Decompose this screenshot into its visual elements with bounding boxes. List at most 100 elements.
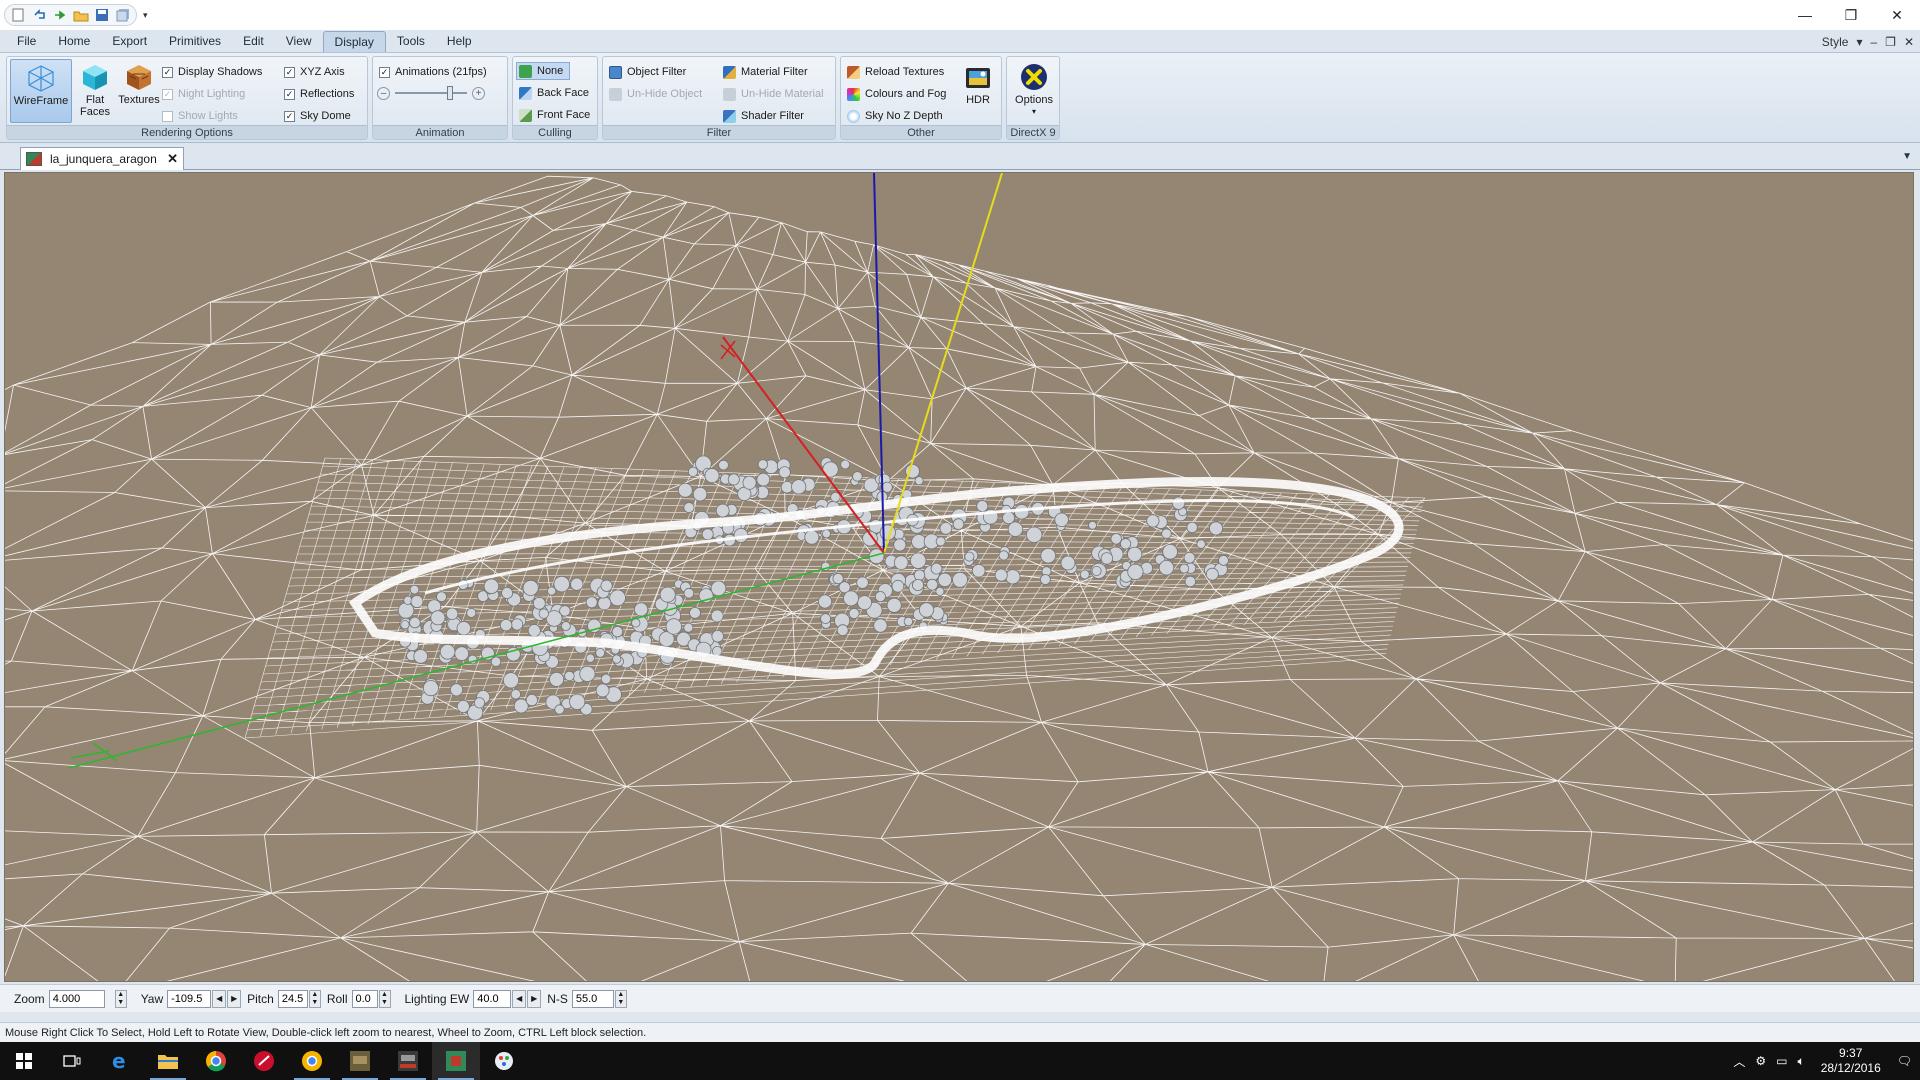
- wireframe-scene[interactable]: [5, 173, 1914, 982]
- tree-object: [1161, 528, 1172, 539]
- tree-object: [665, 618, 683, 635]
- zoom-spinner[interactable]: ▲ ▼: [114, 989, 127, 1008]
- customize-toolbar-chevron-icon[interactable]: ▾: [143, 10, 148, 21]
- menu-edit[interactable]: Edit: [232, 31, 275, 52]
- menu-help[interactable]: Help: [436, 31, 483, 52]
- volume-icon[interactable]: 🔈︎: [1798, 1054, 1805, 1069]
- material-filter-button[interactable]: Material Filter: [723, 63, 808, 81]
- reflections-checkbox[interactable]: ✓ Reflections: [284, 85, 354, 103]
- mdi-minimize-icon[interactable]: –: [1870, 35, 1877, 49]
- file-explorer-icon[interactable]: [144, 1042, 192, 1080]
- close-button[interactable]: ✕: [1874, 0, 1920, 30]
- yaw-left-arrow-icon[interactable]: ◀: [212, 989, 227, 1008]
- tree-object: [930, 562, 943, 575]
- chrome-browser-icon[interactable]: [192, 1042, 240, 1080]
- save-all-icon[interactable]: [114, 7, 132, 23]
- textures-button[interactable]: Textures: [115, 59, 163, 123]
- ns-input[interactable]: [571, 989, 614, 1008]
- other-group-label: Other: [841, 125, 1001, 139]
- steam-icon[interactable]: ⚙: [1755, 1054, 1766, 1068]
- style-chevron-icon[interactable]: ▾: [1856, 35, 1862, 49]
- lighting-ew-input[interactable]: [473, 989, 512, 1008]
- 3d-editor-app-icon[interactable]: [432, 1042, 480, 1080]
- shader-filter-button[interactable]: Shader Filter: [723, 107, 804, 125]
- animations-checkbox[interactable]: ✓ Animations (21fps): [379, 63, 487, 81]
- culling-back-face-option[interactable]: Back Face: [519, 84, 589, 102]
- quick-access-toolbar: [4, 4, 137, 26]
- menu-tools[interactable]: Tools: [386, 31, 436, 52]
- unhide-material-button[interactable]: Un-Hide Material: [723, 85, 824, 103]
- colours-and-fog-button[interactable]: Colours and Fog: [847, 85, 946, 103]
- menu-display[interactable]: Display: [322, 31, 386, 52]
- group-directx: Options ▾ DirectX 9: [1006, 56, 1060, 140]
- culling-none-option[interactable]: None: [516, 62, 571, 80]
- tree-object: [600, 579, 613, 592]
- redo-icon[interactable]: [51, 7, 69, 23]
- tray-expand-chevron-icon[interactable]: ︿: [1733, 1053, 1745, 1070]
- object-filter-button[interactable]: Object Filter: [609, 63, 686, 81]
- style-menu[interactable]: Style: [1822, 35, 1849, 49]
- restore-button[interactable]: ❐: [1828, 0, 1874, 30]
- pitch-spinner[interactable]: ▲ ▼: [308, 989, 321, 1008]
- yaw-right-arrow-icon[interactable]: ▶: [227, 989, 242, 1008]
- sky-dome-checkbox[interactable]: ✓ Sky Dome: [284, 107, 351, 125]
- checkbox-checked: ✓: [162, 66, 173, 78]
- hdr-button[interactable]: HDR: [957, 59, 999, 123]
- menu-file[interactable]: File: [6, 31, 47, 52]
- task-view-icon[interactable]: [48, 1042, 96, 1080]
- reload-textures-button[interactable]: Reload Textures: [847, 63, 944, 81]
- new-file-icon[interactable]: [9, 7, 27, 23]
- night-lighting-checkbox[interactable]: ✓ Night Lighting: [162, 85, 245, 103]
- directx-options-button[interactable]: Options ▾: [1009, 59, 1059, 123]
- slider-plus-icon[interactable]: +: [472, 86, 485, 100]
- menu-home[interactable]: Home: [47, 31, 101, 52]
- red-app-icon[interactable]: [240, 1042, 288, 1080]
- edge-browser-icon[interactable]: e: [96, 1042, 144, 1080]
- minimize-button[interactable]: —: [1782, 0, 1828, 30]
- group-animation: ✓ Animations (21fps) – + Animation: [372, 56, 508, 140]
- unhide-object-button[interactable]: Un-Hide Object: [609, 85, 702, 103]
- slider-track[interactable]: [395, 86, 467, 100]
- start-windows-icon[interactable]: [0, 1042, 48, 1080]
- animation-speed-slider[interactable]: – +: [377, 84, 487, 102]
- save-icon[interactable]: [93, 7, 111, 23]
- open-folder-icon[interactable]: [72, 7, 90, 23]
- simulator-app-icon[interactable]: [384, 1042, 432, 1080]
- roll-input[interactable]: [351, 989, 378, 1008]
- yaw-input[interactable]: [167, 989, 212, 1008]
- pitch-input[interactable]: [277, 989, 308, 1008]
- lighting-left-arrow-icon[interactable]: ◀: [512, 989, 527, 1008]
- slider-thumb[interactable]: [447, 86, 453, 100]
- game-app-icon[interactable]: [336, 1042, 384, 1080]
- menu-view[interactable]: View: [275, 31, 323, 52]
- flat-faces-button[interactable]: Flat Faces: [71, 59, 119, 123]
- chrome-app-icon[interactable]: [288, 1042, 336, 1080]
- sky-depth-icon: [847, 109, 860, 123]
- network-icon[interactable]: ▭: [1776, 1054, 1787, 1068]
- roll-spinner[interactable]: ▲ ▼: [378, 989, 391, 1008]
- menu-export[interactable]: Export: [101, 31, 158, 52]
- zoom-input[interactable]: [48, 989, 105, 1008]
- slider-minus-icon[interactable]: –: [377, 86, 390, 100]
- tree-object: [937, 572, 953, 588]
- document-tab[interactable]: la_junquera_aragon ✕: [20, 147, 184, 170]
- show-lights-checkbox[interactable]: Show Lights: [162, 107, 238, 125]
- clock[interactable]: 9:37 28/12/2016: [1815, 1046, 1887, 1076]
- tree-object: [553, 575, 570, 593]
- sky-no-z-depth-button[interactable]: Sky No Z Depth: [847, 107, 943, 125]
- tabs-dropdown-chevron-icon[interactable]: ▼: [1902, 151, 1912, 162]
- ns-spinner[interactable]: ▲ ▼: [614, 989, 627, 1008]
- paint-app-icon[interactable]: [480, 1042, 528, 1080]
- lighting-right-arrow-icon[interactable]: ▶: [527, 989, 542, 1008]
- wireframe-button[interactable]: WireFrame: [10, 59, 72, 123]
- culling-front-face-option[interactable]: Front Face: [519, 106, 590, 124]
- action-center-icon[interactable]: 🗨︎: [1897, 1054, 1912, 1068]
- display-shadows-checkbox[interactable]: ✓ Display Shadows: [162, 63, 262, 81]
- mdi-restore-icon[interactable]: ❐: [1885, 35, 1896, 49]
- tab-close-icon[interactable]: ✕: [167, 151, 178, 167]
- mdi-close-icon[interactable]: ✕: [1904, 35, 1914, 49]
- xyz-axis-checkbox[interactable]: ✓ XYZ Axis: [284, 63, 345, 81]
- menu-primitives[interactable]: Primitives: [158, 31, 232, 52]
- undo-icon[interactable]: [30, 7, 48, 23]
- 3d-viewport[interactable]: [4, 172, 1914, 982]
